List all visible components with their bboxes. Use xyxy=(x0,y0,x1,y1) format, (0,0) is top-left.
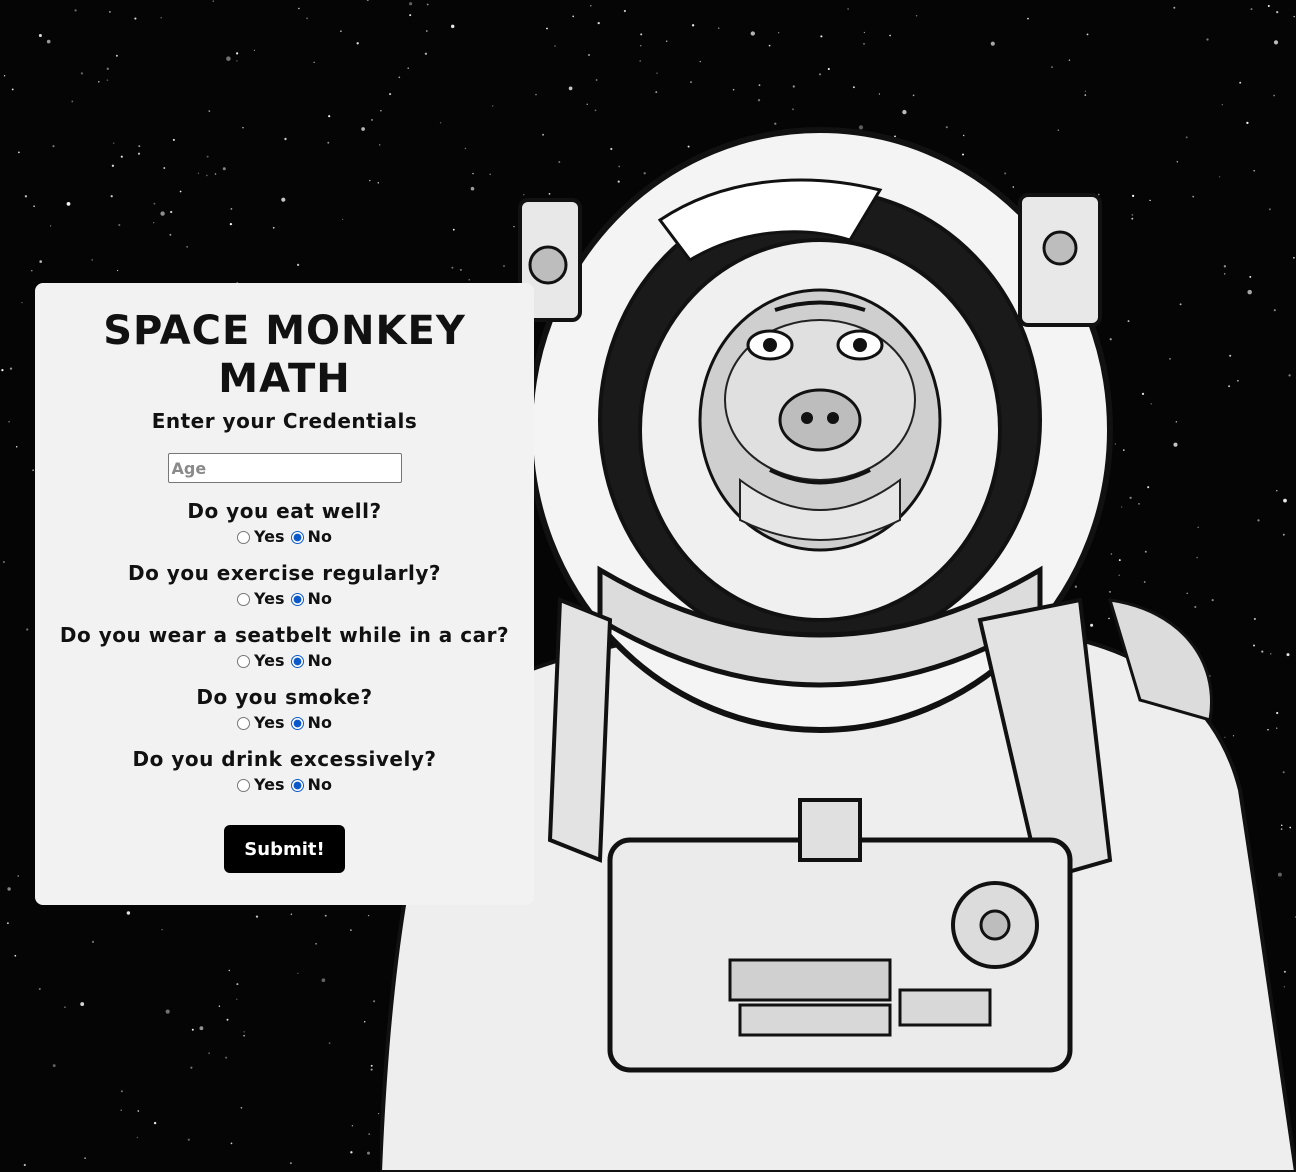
answers-exercise: Yes No xyxy=(35,589,534,609)
answers-eat-well: Yes No xyxy=(35,527,534,547)
radio-label-yes: Yes xyxy=(254,713,285,732)
submit-button[interactable]: Submit! xyxy=(224,825,345,873)
radio-eat-well-no[interactable] xyxy=(290,530,304,544)
question-eat-well: Do you eat well? xyxy=(187,499,382,523)
question-seatbelt: Do you wear a seatbelt while in a car? xyxy=(59,623,510,647)
radio-drink-yes[interactable] xyxy=(237,778,251,792)
radio-exercise-no[interactable] xyxy=(290,592,304,606)
radio-label-yes: Yes xyxy=(254,651,285,670)
title-line-2: MATH xyxy=(218,356,351,402)
page-title: SPACE MONKEY MATH xyxy=(35,307,534,403)
radio-smoke-yes[interactable] xyxy=(237,716,251,730)
age-input[interactable] xyxy=(167,453,402,483)
radio-seatbelt-yes[interactable] xyxy=(237,654,251,668)
question-drink: Do you drink excessively? xyxy=(132,747,437,771)
radio-label-no: No xyxy=(307,589,332,608)
question-smoke: Do you smoke? xyxy=(196,685,373,709)
radio-label-no: No xyxy=(307,527,332,546)
answers-seatbelt: Yes No xyxy=(35,651,534,671)
radio-label-no: No xyxy=(307,775,332,794)
answers-drink: Yes No xyxy=(35,775,534,795)
radio-label-no: No xyxy=(307,713,332,732)
question-exercise: Do you exercise regularly? xyxy=(127,561,441,585)
radio-seatbelt-no[interactable] xyxy=(290,654,304,668)
radio-exercise-yes[interactable] xyxy=(237,592,251,606)
radio-label-yes: Yes xyxy=(254,527,285,546)
form-subtitle: Enter your Credentials xyxy=(151,409,418,433)
radio-smoke-no[interactable] xyxy=(290,716,304,730)
radio-eat-well-yes[interactable] xyxy=(237,530,251,544)
radio-label-no: No xyxy=(307,651,332,670)
radio-drink-no[interactable] xyxy=(290,778,304,792)
radio-label-yes: Yes xyxy=(254,775,285,794)
credentials-form-panel: SPACE MONKEY MATH Enter your Credentials… xyxy=(35,283,534,905)
radio-label-yes: Yes xyxy=(254,589,285,608)
title-line-1: SPACE MONKEY xyxy=(103,308,466,354)
answers-smoke: Yes No xyxy=(35,713,534,733)
